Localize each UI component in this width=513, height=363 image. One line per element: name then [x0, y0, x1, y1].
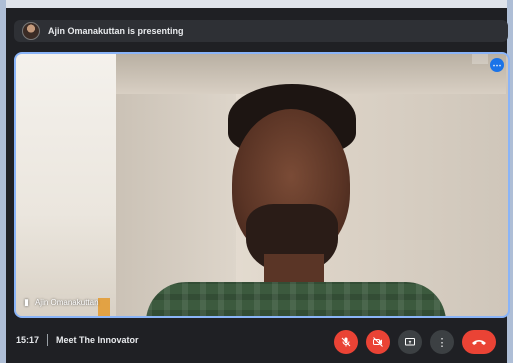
window-frame-left [0, 0, 6, 363]
meeting-time: 15:17 [16, 335, 40, 345]
end-call-button[interactable] [462, 330, 496, 354]
camera-feed [16, 54, 508, 316]
divider [47, 334, 49, 346]
more-actions-button[interactable]: ⋮ [430, 330, 454, 354]
window-frame-top [0, 0, 513, 8]
more-options-icon[interactable]: ⋯ [490, 58, 504, 72]
mic-off-icon [340, 336, 352, 348]
pin-icon[interactable]: ▮ [24, 297, 29, 308]
camera-off-icon [372, 336, 384, 348]
meeting-info: 15:17 Meet The Innovator [16, 334, 139, 346]
end-call-icon [471, 337, 487, 347]
meeting-title: Meet The Innovator [56, 335, 139, 345]
call-controls: ⋮ [334, 330, 496, 354]
participant-name-tag: ▮ Ajin Omanakuttan [24, 297, 99, 308]
presenting-text: Ajin Omanakuttan is presenting [48, 26, 184, 36]
tile-corner-indicator [472, 54, 488, 64]
presenter-avatar [22, 22, 40, 40]
camera-off-button[interactable] [366, 330, 390, 354]
mic-off-button[interactable] [334, 330, 358, 354]
bottom-toolbar: 15:17 Meet The Innovator ⋮ [0, 322, 513, 363]
presenting-banner: Ajin Omanakuttan is presenting [14, 20, 508, 42]
present-screen-button[interactable] [398, 330, 422, 354]
present-screen-icon [404, 336, 416, 348]
video-tile[interactable]: ⋯ ▮ Ajin Omanakuttan [14, 52, 510, 318]
participant-name: Ajin Omanakuttan [34, 298, 99, 307]
more-vert-icon: ⋮ [436, 336, 448, 349]
